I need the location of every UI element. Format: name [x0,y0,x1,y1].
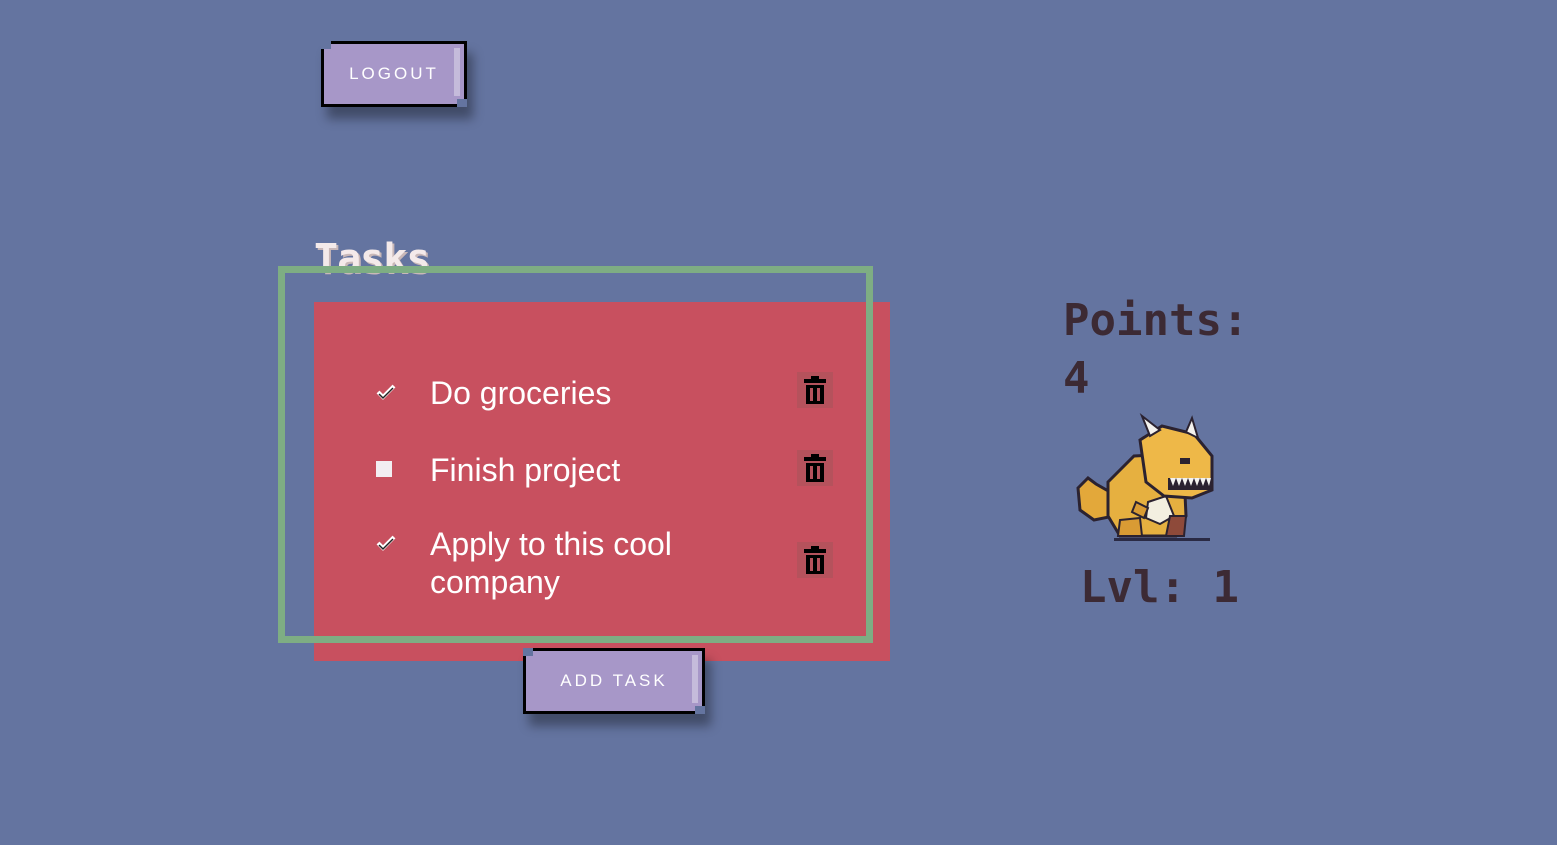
task-checkbox[interactable] [376,384,396,400]
delete-task-button[interactable] [797,542,833,578]
logout-button[interactable]: Logout [321,41,467,107]
task-label: Do groceries [430,375,612,411]
task-item: Apply to this cool company [314,525,890,605]
delete-task-button[interactable] [797,450,833,486]
checkmark-icon [376,384,396,400]
points-value: 4 [1063,353,1090,404]
tasks-heading: Tasks [314,236,430,282]
task-checkbox[interactable] [376,535,396,551]
task-label: Finish project [430,452,621,488]
task-item: Finish project [314,450,890,490]
add-task-button[interactable]: Add Task [523,648,705,714]
logout-label: Logout [349,64,439,83]
trash-icon [804,376,826,404]
level-display: Lvl: 1 [1080,562,1239,613]
trash-icon [804,454,826,482]
task-list-panel: Do groceries Finish project Apply to thi… [314,302,890,661]
task-item: Do groceries [314,372,890,412]
points-label: Points: [1063,295,1249,346]
points-display: Points: 4 [1063,292,1249,408]
dinosaur-pet [1076,412,1214,541]
task-checkbox[interactable] [376,461,392,477]
trash-icon [804,546,826,574]
task-label: Apply to this cool company [430,526,672,600]
add-task-label: Add Task [560,671,668,690]
delete-task-button[interactable] [797,372,833,408]
checkmark-icon [376,535,396,551]
